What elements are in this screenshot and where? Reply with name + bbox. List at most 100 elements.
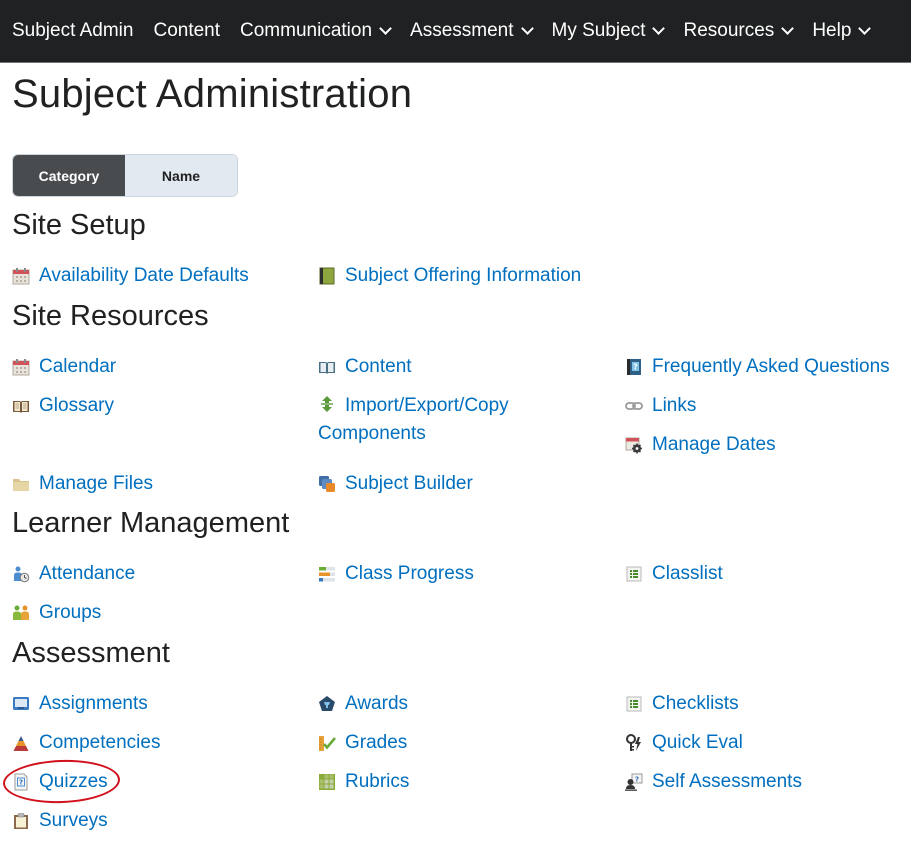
link-attendance[interactable]: Attendance bbox=[12, 560, 135, 588]
link-label: Availability Date Defaults bbox=[39, 265, 249, 286]
people-group-icon bbox=[12, 604, 30, 622]
link-label: Awards bbox=[345, 693, 409, 714]
link-label: Links bbox=[652, 395, 697, 416]
pyramid-icon bbox=[12, 734, 30, 752]
link-quick-eval[interactable]: Quick Eval bbox=[625, 729, 743, 757]
nav-label: Assessment bbox=[410, 20, 514, 41]
link-label: Subject Builder bbox=[345, 473, 473, 494]
chevron-down-icon bbox=[781, 22, 795, 35]
svg-text:?: ? bbox=[633, 363, 638, 372]
link-grades[interactable]: Grades bbox=[318, 729, 407, 757]
link-competencies[interactable]: Competencies bbox=[12, 729, 160, 757]
nav-content[interactable]: Content bbox=[141, 20, 220, 42]
link-label: Grades bbox=[345, 732, 408, 753]
toggle-category-button[interactable]: Category bbox=[13, 155, 125, 196]
layered-squares-icon bbox=[318, 475, 336, 493]
link-label: Rubrics bbox=[345, 771, 410, 792]
self-assessment-icon: ? bbox=[625, 773, 643, 791]
link-glossary[interactable]: Glossary bbox=[12, 392, 114, 420]
link-label: Quizzes bbox=[39, 771, 108, 792]
link-label: Content bbox=[345, 356, 412, 377]
link-manage-dates[interactable]: Manage Dates bbox=[625, 431, 776, 459]
faq-book-icon: ? bbox=[625, 358, 643, 376]
toggle-name-button[interactable]: Name bbox=[125, 155, 237, 196]
nav-help[interactable]: Help bbox=[800, 20, 872, 42]
clipboard-icon bbox=[12, 812, 30, 830]
quick-eval-icon bbox=[625, 734, 643, 752]
link-label: Frequently Asked Questions bbox=[652, 356, 890, 377]
nav-label: Subject Admin bbox=[12, 20, 134, 41]
link-label: Checklists bbox=[652, 693, 739, 714]
chevron-down-icon bbox=[520, 22, 534, 35]
nav-label: Resources bbox=[683, 20, 775, 41]
nav-my-subject[interactable]: My Subject bbox=[540, 20, 666, 42]
folder-icon bbox=[12, 475, 30, 493]
link-label: Manage Files bbox=[39, 473, 154, 494]
link-rubrics[interactable]: Rubrics bbox=[318, 768, 409, 796]
link-groups[interactable]: Groups bbox=[12, 599, 101, 627]
page-title: Subject Administration bbox=[12, 72, 413, 116]
link-label: Groups bbox=[39, 602, 102, 623]
link-label: Self Assessments bbox=[652, 771, 802, 792]
link-label: Glossary bbox=[39, 395, 114, 416]
nav-communication[interactable]: Communication bbox=[228, 20, 392, 42]
rubric-grid-icon bbox=[318, 773, 336, 791]
chevron-down-icon bbox=[858, 22, 872, 35]
link-manage-files[interactable]: Manage Files bbox=[12, 470, 153, 498]
nav-label: My Subject bbox=[551, 20, 646, 41]
link-checklists[interactable]: Checklists bbox=[625, 690, 739, 718]
link-label: Import/Export/Copy Components bbox=[318, 395, 509, 444]
link-availability-date-defaults[interactable]: Availability Date Defaults bbox=[12, 262, 249, 290]
glossary-book-icon bbox=[12, 397, 30, 415]
ruler-check-icon bbox=[318, 734, 336, 752]
person-clock-icon bbox=[12, 565, 30, 583]
nav-assessment[interactable]: Assessment bbox=[398, 20, 534, 42]
open-book-icon bbox=[318, 358, 336, 376]
link-label: Competencies bbox=[39, 732, 161, 753]
link-content[interactable]: Content bbox=[318, 353, 412, 381]
chevron-down-icon bbox=[652, 22, 666, 35]
link-awards[interactable]: Awards bbox=[318, 690, 408, 718]
section-title-site-setup: Site Setup bbox=[12, 209, 146, 241]
svg-text:?: ? bbox=[635, 776, 639, 784]
link-label: Attendance bbox=[39, 563, 136, 584]
view-toggle: Category Name bbox=[12, 154, 238, 197]
calendar-icon bbox=[12, 267, 30, 285]
nav-label: Communication bbox=[240, 20, 373, 41]
link-label: Calendar bbox=[39, 356, 117, 377]
link-quizzes[interactable]: ? Quizzes bbox=[12, 768, 108, 796]
link-calendar[interactable]: Calendar bbox=[12, 353, 116, 381]
svg-text:?: ? bbox=[19, 779, 23, 787]
nav-label: Help bbox=[812, 20, 852, 41]
link-label: Quick Eval bbox=[652, 732, 743, 753]
progress-bars-icon bbox=[318, 565, 336, 583]
link-assignments[interactable]: Assignments bbox=[12, 690, 148, 718]
link-classlist[interactable]: Classlist bbox=[625, 560, 723, 588]
link-links[interactable]: Links bbox=[625, 392, 696, 420]
link-self-assessments[interactable]: ? Self Assessments bbox=[625, 768, 802, 796]
nav-label: Content bbox=[153, 20, 221, 41]
link-frequently-asked-questions[interactable]: ? Frequently Asked Questions bbox=[625, 353, 890, 381]
top-navbar: Subject Admin Content Communication Asse… bbox=[0, 0, 911, 63]
link-surveys[interactable]: Surveys bbox=[12, 807, 108, 835]
import-export-arrows-icon bbox=[318, 395, 336, 413]
link-label: Assignments bbox=[39, 693, 148, 714]
link-subject-builder[interactable]: Subject Builder bbox=[318, 470, 473, 498]
link-subject-offering-information[interactable]: Subject Offering Information bbox=[318, 262, 581, 290]
calendar-gear-icon bbox=[625, 436, 643, 454]
chain-link-icon bbox=[625, 397, 643, 415]
link-import-export-copy-components[interactable]: Import/Export/Copy Components bbox=[318, 392, 568, 448]
calendar-icon bbox=[12, 358, 30, 376]
checklist-icon bbox=[625, 695, 643, 713]
link-label: Subject Offering Information bbox=[345, 265, 582, 286]
section-title-learner-management: Learner Management bbox=[12, 507, 290, 539]
monitor-icon bbox=[12, 695, 30, 713]
nav-resources[interactable]: Resources bbox=[671, 20, 795, 42]
chevron-down-icon bbox=[379, 22, 392, 35]
award-badge-icon bbox=[318, 695, 336, 713]
link-label: Classlist bbox=[652, 563, 723, 584]
link-label: Class Progress bbox=[345, 563, 474, 584]
book-icon bbox=[318, 267, 336, 285]
nav-subject-admin[interactable]: Subject Admin bbox=[0, 20, 133, 42]
link-class-progress[interactable]: Class Progress bbox=[318, 560, 474, 588]
